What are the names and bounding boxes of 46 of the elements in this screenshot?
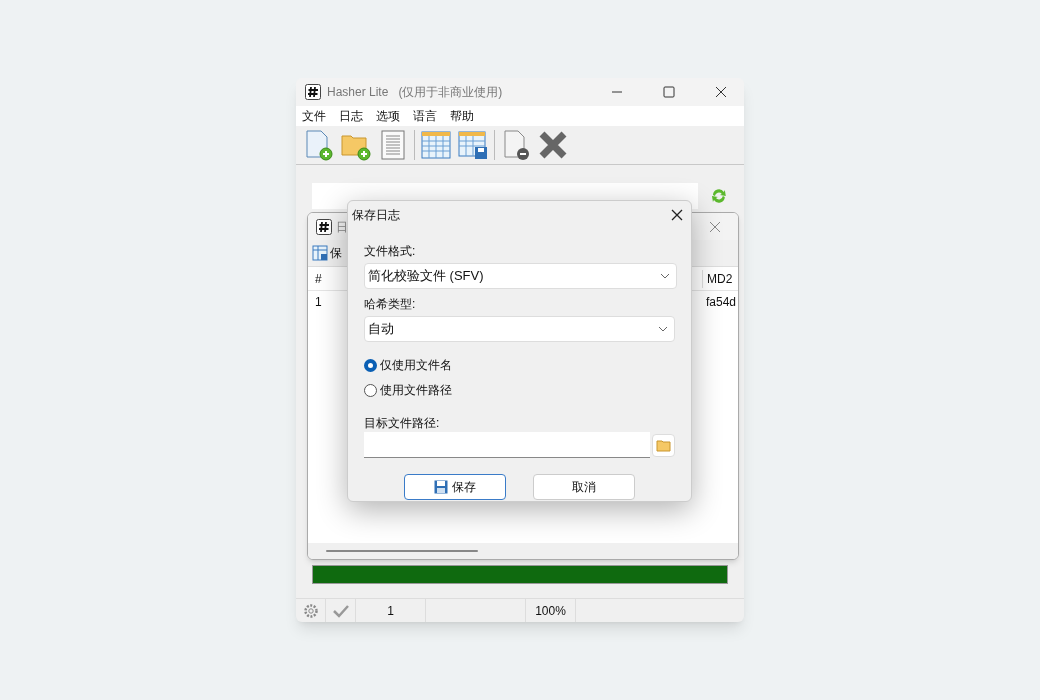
status-count: 1 [387, 602, 394, 620]
table-cell-text: fa54d [705, 294, 738, 311]
hash-icon [316, 218, 332, 235]
menu-item[interactable]: 选项 [376, 107, 400, 125]
radio-label[interactable]: 使用文件路径 [380, 381, 452, 399]
table-icon[interactable] [420, 129, 452, 161]
folder-icon [655, 438, 672, 452]
column-header[interactable]: MD2 [702, 269, 738, 288]
radio-button[interactable] [364, 358, 377, 372]
gear-icon[interactable] [302, 602, 319, 619]
field-label: 目标文件路径: [364, 415, 441, 432]
log-window-title: 日 [336, 218, 348, 236]
menu-item[interactable]: 帮助 [450, 107, 474, 125]
caret-icon [660, 273, 670, 279]
window-subtitle: (仅用于非商业使用) [398, 84, 503, 101]
dialog-title: 保存日志 [352, 206, 400, 224]
field-label: 哈希类型: [364, 296, 417, 313]
browse-button[interactable] [652, 433, 675, 457]
add-file-icon[interactable] [303, 129, 335, 161]
caret-icon [658, 326, 668, 332]
floppy-icon [434, 480, 448, 494]
column-header[interactable]: # [308, 269, 336, 288]
field-label: 文件格式: [364, 243, 417, 260]
refresh-icon[interactable] [710, 187, 728, 205]
table-save-icon[interactable] [312, 245, 328, 261]
menu-item[interactable]: 语言 [413, 107, 437, 125]
target-path-field[interactable] [364, 432, 651, 458]
table-save-icon[interactable] [457, 129, 489, 161]
radio-button[interactable] [364, 383, 377, 397]
close-icon[interactable] [715, 86, 727, 98]
radio-label[interactable]: 仅使用文件名 [380, 356, 452, 374]
cancel-button[interactable]: 取消 [533, 474, 635, 500]
menu-item[interactable]: 文件 [302, 107, 326, 125]
checkmark-icon[interactable] [331, 603, 350, 618]
menu-item[interactable]: 日志 [339, 107, 363, 125]
hash-icon [305, 84, 321, 100]
hash-select[interactable]: 自动 [364, 316, 675, 342]
close-icon[interactable] [671, 208, 683, 221]
log-toolbar-label[interactable]: 保 [330, 244, 342, 262]
status-percent: 100% [535, 602, 566, 620]
maximize-icon[interactable] [663, 86, 675, 98]
scrollbar-thumb[interactable] [326, 550, 478, 552]
table-cell-text: 1 [314, 294, 323, 311]
save-button[interactable]: 保存 [404, 474, 506, 500]
format-select[interactable]: 简化校验文件 (SFV) [364, 263, 677, 289]
window-title: Hasher Lite [327, 84, 389, 101]
